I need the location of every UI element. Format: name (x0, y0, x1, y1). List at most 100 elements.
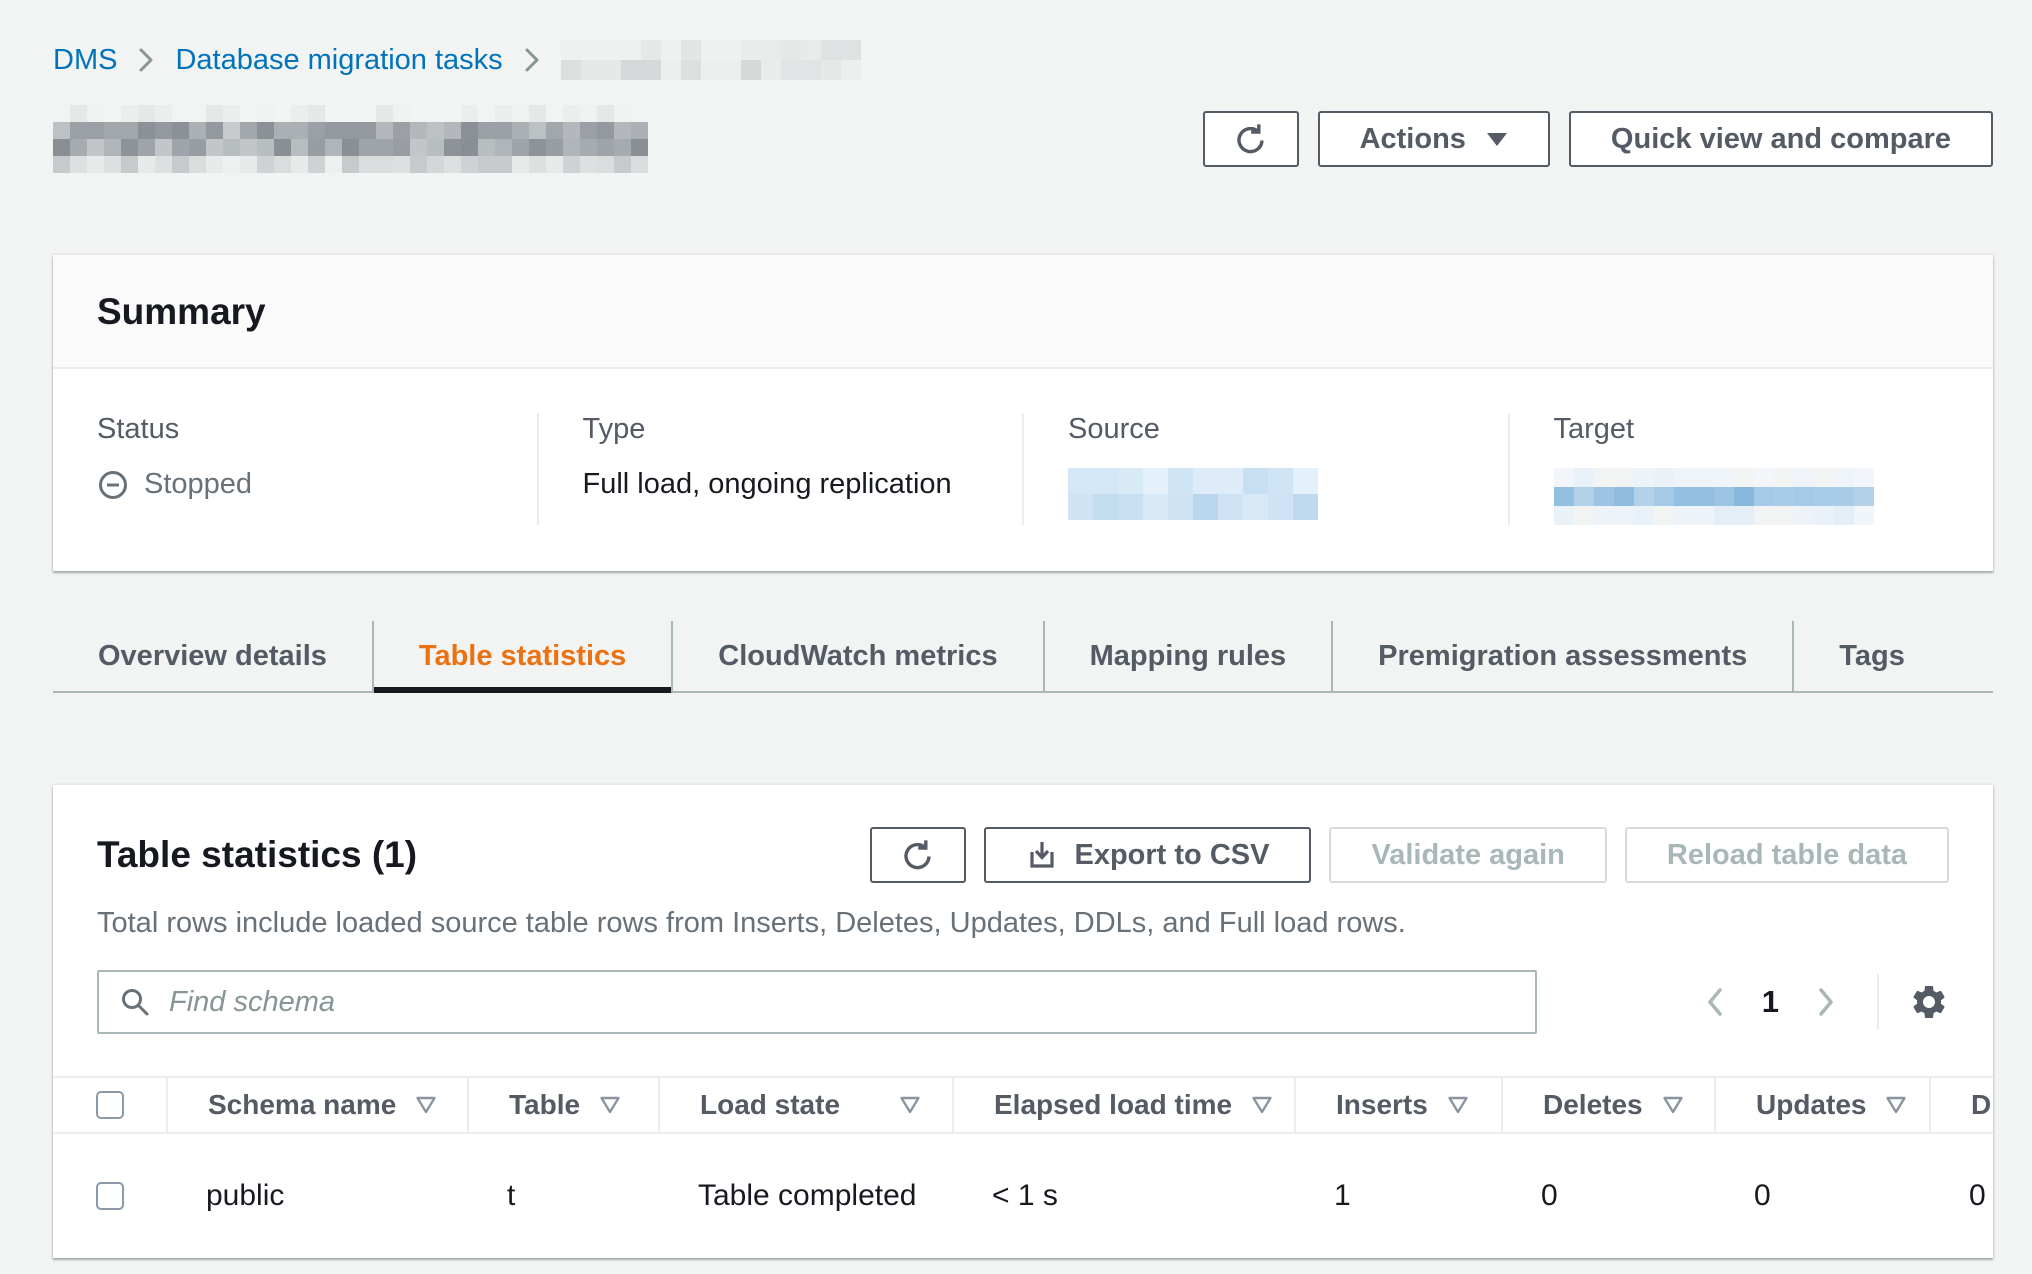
table-statistics-title: Table statistics (1) (97, 834, 417, 876)
page: DMS Database migration tasks Actions (0, 0, 2032, 1258)
reload-table-data-button[interactable]: Reload table data (1625, 827, 1949, 883)
previous-page-button[interactable] (1698, 979, 1732, 1025)
column-header-load-state[interactable]: Load state (658, 1076, 952, 1134)
sort-icon[interactable] (1446, 1094, 1470, 1116)
validate-again-button[interactable]: Validate again (1329, 827, 1606, 883)
tab-mapping-rules[interactable]: Mapping rules (1043, 621, 1332, 691)
status-value: Stopped (97, 468, 497, 501)
chevron-right-icon (137, 46, 155, 74)
page-actions: Actions Quick view and compare (1203, 111, 1993, 167)
tab-cloudwatch-metrics[interactable]: CloudWatch metrics (671, 621, 1042, 691)
type-value: Full load, ongoing replication (583, 468, 983, 501)
summary-field-type: Type Full load, ongoing replication (537, 413, 1023, 525)
target-label: Target (1554, 413, 1954, 446)
caret-down-icon (1486, 132, 1508, 147)
column-header-inserts[interactable]: Inserts (1294, 1076, 1501, 1134)
summary-field-status: Status Stopped (53, 413, 537, 525)
table-statistics-description: Total rows include loaded source table r… (97, 907, 1949, 940)
quick-view-and-compare-button[interactable]: Quick view and compare (1569, 111, 1993, 167)
pagination: 1 (1698, 974, 1949, 1030)
summary-card: Summary Status Stopped Type Full load, (53, 255, 1993, 571)
refresh-icon (1233, 121, 1269, 157)
column-header-table[interactable]: Table (467, 1076, 658, 1134)
column-header-deletes[interactable]: Deletes (1501, 1076, 1714, 1134)
column-label: Updates (1756, 1089, 1866, 1121)
target-value-redacted[interactable] (1554, 468, 1874, 525)
tab-bar: Overview details Table statistics CloudW… (53, 621, 1993, 693)
column-header-elapsed-load-time[interactable]: Elapsed load time (952, 1076, 1294, 1134)
actions-button-label: Actions (1360, 123, 1466, 156)
next-page-button[interactable] (1809, 979, 1843, 1025)
select-all-cell (53, 1076, 166, 1134)
tab-table-statistics[interactable]: Table statistics (372, 621, 671, 691)
tab-overview-details[interactable]: Overview details (53, 621, 372, 691)
summary-body: Status Stopped Type Full load, ongoing r… (53, 369, 1993, 571)
table-refresh-button[interactable] (870, 827, 966, 883)
status-label: Status (97, 413, 497, 446)
cell-ddls: 0 (1929, 1179, 1993, 1213)
select-all-checkbox[interactable] (96, 1091, 124, 1119)
sort-icon[interactable] (1661, 1094, 1685, 1116)
find-schema-input[interactable] (97, 970, 1537, 1034)
breadcrumb: DMS Database migration tasks (53, 40, 1993, 80)
cell-elapsed-load-time: < 1 s (952, 1179, 1294, 1213)
tab-tags[interactable]: Tags (1792, 621, 1950, 691)
refresh-icon (900, 837, 936, 873)
summary-field-source: Source (1022, 413, 1508, 525)
table-preferences-button[interactable] (1909, 982, 1949, 1022)
column-label: Deletes (1543, 1089, 1643, 1121)
column-label: Elapsed load time (994, 1089, 1232, 1121)
current-page-number[interactable]: 1 (1762, 984, 1779, 1020)
validate-button-label: Validate again (1371, 839, 1564, 872)
export-to-csv-button[interactable]: Export to CSV (984, 827, 1311, 883)
column-label: Load state (700, 1089, 840, 1121)
summary-field-target: Target (1508, 413, 1994, 525)
source-label: Source (1068, 413, 1468, 446)
table-statistics-card: Table statistics (1) (53, 785, 1993, 1258)
gear-icon (1909, 982, 1949, 1022)
download-icon (1026, 839, 1058, 871)
cell-updates: 0 (1714, 1179, 1929, 1213)
breadcrumb-link-tasks[interactable]: Database migration tasks (175, 44, 502, 77)
summary-title: Summary (97, 291, 1949, 333)
table-statistics-actions: Export to CSV Validate again Reload tabl… (870, 827, 1949, 883)
chevron-left-icon (1704, 985, 1726, 1019)
column-label: Inserts (1336, 1089, 1428, 1121)
cell-schema-name: public (166, 1179, 467, 1213)
table-header-row: Schema name Table Load state Elapsed loa… (53, 1076, 1993, 1134)
status-text: Stopped (144, 468, 252, 501)
row-select-cell (53, 1182, 166, 1210)
chevron-right-icon (523, 46, 541, 74)
sort-icon[interactable] (414, 1094, 438, 1116)
sort-icon[interactable] (1884, 1094, 1908, 1116)
table-scroll-area[interactable]: Schema name Table Load state Elapsed loa… (53, 1076, 1993, 1258)
table-filter-row: 1 (97, 970, 1949, 1034)
chevron-right-icon (1815, 985, 1837, 1019)
cell-load-state: Table completed (658, 1179, 952, 1213)
column-header-ddls[interactable]: DDLs (1929, 1076, 1993, 1134)
actions-button[interactable]: Actions (1318, 111, 1550, 167)
pager-divider (1877, 974, 1879, 1030)
column-label: Table (509, 1089, 580, 1121)
column-header-schema-name[interactable]: Schema name (166, 1076, 467, 1134)
breadcrumb-current-redacted (561, 40, 861, 80)
table-row[interactable]: public t Table completed < 1 s 1 0 0 0 (53, 1134, 1993, 1258)
sort-icon[interactable] (898, 1094, 922, 1116)
tab-premigration-assessments[interactable]: Premigration assessments (1331, 621, 1792, 691)
page-title-redacted (53, 105, 648, 173)
source-value-redacted[interactable] (1068, 468, 1318, 520)
schema-search (97, 970, 1537, 1034)
column-label: DDLs (1971, 1089, 1993, 1121)
cell-inserts: 1 (1294, 1179, 1501, 1213)
summary-card-header: Summary (53, 255, 1993, 369)
refresh-button[interactable] (1203, 111, 1299, 167)
sort-icon[interactable] (1250, 1094, 1274, 1116)
sort-icon[interactable] (598, 1094, 622, 1116)
row-checkbox[interactable] (96, 1182, 124, 1210)
column-header-updates[interactable]: Updates (1714, 1076, 1929, 1134)
breadcrumb-link-dms[interactable]: DMS (53, 44, 117, 77)
table-statistics-header: Table statistics (1) (53, 785, 1993, 1076)
page-header: Actions Quick view and compare (53, 104, 1993, 174)
column-label: Schema name (208, 1089, 396, 1121)
cell-deletes: 0 (1501, 1179, 1714, 1213)
